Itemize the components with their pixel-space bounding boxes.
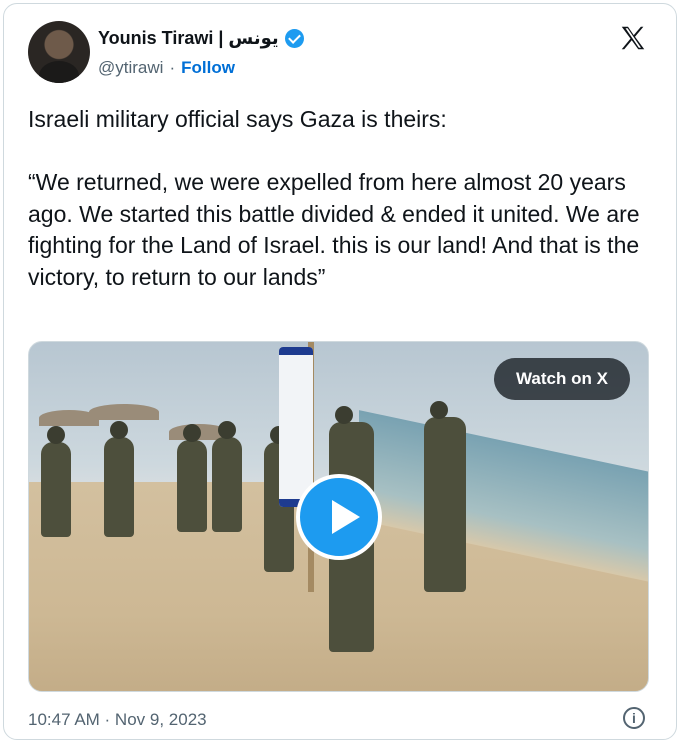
flag: [279, 347, 313, 507]
tweet-video[interactable]: Watch on X: [28, 341, 649, 692]
author-name[interactable]: Younis Tirawi | يونس: [98, 28, 279, 49]
author-avatar[interactable]: [28, 21, 90, 83]
x-logo-icon[interactable]: [616, 23, 650, 53]
soldier-figure: [177, 424, 207, 532]
follow-button[interactable]: Follow: [181, 58, 235, 78]
tweet-timestamp[interactable]: 10:47 AM · Nov 9, 2023: [28, 710, 207, 730]
tweet-text: Israeli military official says Gaza is t…: [28, 106, 640, 290]
soldier-figure: [41, 426, 71, 537]
play-icon[interactable]: [296, 474, 382, 560]
watch-on-x-button[interactable]: Watch on X: [494, 358, 630, 400]
beach-umbrella: [89, 404, 159, 420]
info-icon[interactable]: i: [623, 707, 645, 729]
soldier-figure: [424, 401, 466, 592]
soldier-figure: [212, 421, 242, 532]
verified-badge-icon: [284, 29, 304, 48]
soldier-figure: [104, 421, 134, 537]
author-handle[interactable]: @ytirawi: [98, 58, 163, 78]
author-name-row: Younis Tirawi | يونس: [98, 28, 304, 49]
separator-dot: ·: [169, 58, 176, 77]
author-handle-row: @ytirawi · Follow: [98, 58, 235, 78]
